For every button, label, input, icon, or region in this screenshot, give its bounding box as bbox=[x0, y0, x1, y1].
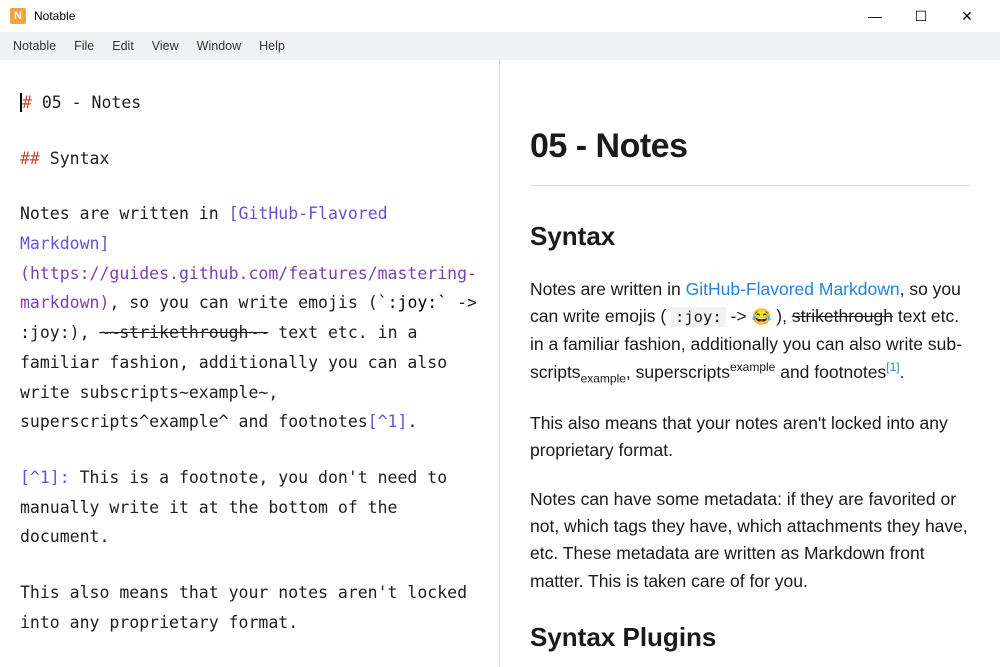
footnote-marker: [^1] bbox=[368, 412, 408, 431]
h1-text: 05 - Notes bbox=[32, 93, 141, 112]
preview-h2-plugins: Syntax Plugins bbox=[530, 617, 970, 657]
code-joy: :joy: bbox=[671, 307, 726, 327]
close-button[interactable]: ✕ bbox=[944, 0, 990, 32]
para3: Notes can have some metadata: if they ar… bbox=[20, 663, 479, 667]
content-area: # 05 - Notes ## Syntax Notes are written… bbox=[0, 60, 1000, 667]
maximize-button[interactable]: ☐ bbox=[898, 0, 944, 32]
markdown-editor[interactable]: # 05 - Notes ## Syntax Notes are written… bbox=[0, 60, 500, 667]
menu-window[interactable]: Window bbox=[188, 35, 250, 57]
para1-text: Notes are written in bbox=[20, 204, 229, 223]
para1-b: , so you can write emojis ( bbox=[109, 293, 377, 312]
preview-h2-syntax: Syntax bbox=[530, 216, 970, 256]
preview-h1: 05 - Notes bbox=[530, 120, 970, 173]
link-url-open: ( bbox=[20, 264, 30, 283]
gfm-link[interactable]: GitHub-Flavored Markdown bbox=[686, 279, 900, 299]
footnote-ref[interactable]: [1] bbox=[886, 360, 899, 374]
para1-e: . bbox=[407, 412, 417, 431]
window-title: Notable bbox=[34, 9, 75, 23]
inline-code: `:joy:` bbox=[378, 293, 448, 312]
preview-para3: Notes can have some metadata: if they ar… bbox=[530, 486, 970, 595]
window-controls: — ☐ ✕ bbox=[852, 0, 990, 32]
menubar: Notable File Edit View Window Help bbox=[0, 32, 1000, 60]
preview-para2: This also means that your notes aren't l… bbox=[530, 410, 970, 464]
footnote-text: This is a footnote, you don't need to ma… bbox=[20, 468, 447, 546]
link-url-close: ) bbox=[99, 293, 109, 312]
subscript-example: example bbox=[581, 371, 626, 385]
menu-edit[interactable]: Edit bbox=[103, 35, 143, 57]
menu-file[interactable]: File bbox=[65, 35, 103, 57]
menu-notable[interactable]: Notable bbox=[4, 35, 65, 57]
menu-view[interactable]: View bbox=[143, 35, 188, 57]
h2-marker: ## bbox=[20, 149, 40, 168]
minimize-button[interactable]: — bbox=[852, 0, 898, 32]
footnote-label: [^1]: bbox=[20, 468, 70, 487]
preview-para1: Notes are written in GitHub-Flavored Mar… bbox=[530, 276, 970, 388]
markdown-preview: 05 - Notes Syntax Notes are written in G… bbox=[500, 60, 1000, 667]
h1-marker: # bbox=[22, 93, 32, 112]
para2: This also means that your notes aren't l… bbox=[20, 578, 479, 637]
h2-text: Syntax bbox=[40, 149, 110, 168]
strike-text: ~~strikethrough~~ bbox=[99, 323, 268, 342]
superscript-example: example bbox=[730, 360, 775, 374]
menu-help[interactable]: Help bbox=[250, 35, 294, 57]
joy-emoji-icon: 😂 bbox=[751, 309, 771, 326]
app-icon: N bbox=[10, 8, 26, 24]
divider bbox=[530, 185, 970, 186]
titlebar: N Notable — ☐ ✕ bbox=[0, 0, 1000, 32]
strike-preview: strikethrough bbox=[792, 306, 893, 326]
